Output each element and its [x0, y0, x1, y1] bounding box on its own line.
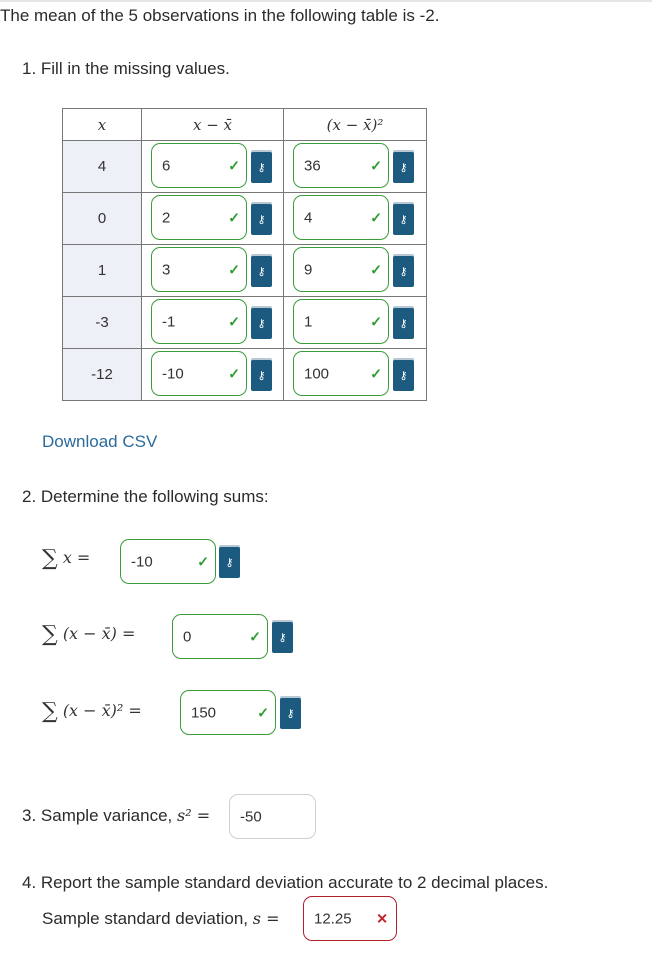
observations-table: x x − x̄ (x − x̄)² 4 6 ✓ ⚷ 36 ✓ ⚷ 0 2 ✓ ⚷ 4…: [62, 108, 427, 401]
sample-sd-input[interactable]: 12.25 ✕: [303, 896, 397, 941]
sigma-icon: ∑: [42, 546, 58, 571]
key-icon[interactable]: ⚷: [393, 204, 414, 235]
question-1-label: 1. Fill in the missing values.: [22, 59, 230, 78]
sigma-icon: ∑: [42, 622, 58, 647]
x-value-cell: 4: [62, 140, 142, 193]
check-icon: ✓: [370, 261, 382, 277]
x-value-cell: -3: [62, 296, 142, 349]
squared-deviation-input[interactable]: 36 ✓: [293, 143, 389, 188]
key-icon[interactable]: ⚷: [393, 152, 414, 183]
sum-deviation-label: ∑ (x − x̄) =: [42, 622, 136, 647]
sum-deviation-value: 0: [183, 628, 192, 645]
table-row: 1 3 ✓ ⚷ 9 ✓ ⚷: [62, 244, 427, 297]
squared-deviation-value: 4: [304, 209, 313, 226]
x-value-cell: -12: [62, 348, 142, 401]
key-icon[interactable]: ⚷: [280, 698, 301, 729]
deviation-value: 6: [162, 157, 171, 174]
sum-squared-deviation-value: 150: [191, 704, 217, 721]
squared-deviation-cell: 9 ✓ ⚷: [283, 244, 427, 297]
check-icon: ✓: [228, 313, 240, 329]
sum-deviation-input[interactable]: 0 ✓: [172, 614, 268, 659]
deviation-cell: 3 ✓ ⚷: [141, 244, 284, 297]
squared-deviation-cell: 1 ✓ ⚷: [283, 296, 427, 349]
x-value-cell: 0: [62, 192, 142, 245]
check-icon: ✓: [257, 704, 269, 720]
check-icon: ✓: [370, 313, 382, 329]
deviation-cell: 6 ✓ ⚷: [141, 140, 284, 193]
x-value-cell: 1: [62, 244, 142, 297]
table-row: 0 2 ✓ ⚷ 4 ✓ ⚷: [62, 192, 427, 245]
sigma-icon: ∑: [42, 699, 58, 724]
problem-intro: The mean of the 5 observations in the fo…: [0, 6, 440, 25]
deviation-input[interactable]: 6 ✓: [151, 143, 247, 188]
deviation-value: 2: [162, 209, 171, 226]
sample-sd-label: Sample standard deviation, s =: [42, 909, 280, 928]
deviation-cell: -10 ✓ ⚷: [141, 348, 284, 401]
squared-deviation-value: 100: [304, 365, 330, 382]
check-icon: ✓: [197, 553, 209, 569]
key-icon[interactable]: ⚷: [393, 308, 414, 339]
key-icon[interactable]: ⚷: [272, 622, 293, 653]
table-row: -3 -1 ✓ ⚷ 1 ✓ ⚷: [62, 296, 427, 349]
squared-deviation-input[interactable]: 4 ✓: [293, 195, 389, 240]
key-icon[interactable]: ⚷: [251, 204, 272, 235]
deviation-value: -1: [162, 313, 176, 330]
squared-deviation-value: 9: [304, 261, 313, 278]
cross-icon: ✕: [376, 910, 388, 926]
key-icon[interactable]: ⚷: [251, 308, 272, 339]
check-icon: ✓: [370, 365, 382, 381]
sample-variance-value: -50: [240, 808, 262, 825]
table-header-row: x x − x̄ (x − x̄)²: [62, 108, 427, 141]
sum-squared-deviation-input[interactable]: 150 ✓: [180, 690, 276, 735]
key-icon[interactable]: ⚷: [251, 360, 272, 391]
squared-deviation-value: 36: [304, 157, 321, 174]
key-icon[interactable]: ⚷: [251, 256, 272, 287]
key-icon[interactable]: ⚷: [393, 360, 414, 391]
sum-x-value: -10: [131, 553, 153, 570]
sum-x-label: ∑ x =: [42, 546, 91, 571]
sum-squared-deviation-label: ∑ (x − x̄)² =: [42, 699, 142, 724]
sample-variance-input[interactable]: -50: [229, 794, 316, 839]
sample-sd-value: 12.25: [314, 910, 352, 927]
deviation-cell: 2 ✓ ⚷: [141, 192, 284, 245]
deviation-value: -10: [162, 365, 184, 382]
header-deviation: x − x̄: [141, 108, 284, 141]
key-icon[interactable]: ⚷: [219, 547, 240, 578]
deviation-input[interactable]: 2 ✓: [151, 195, 247, 240]
header-x: x: [62, 108, 142, 141]
deviation-cell: -1 ✓ ⚷: [141, 296, 284, 349]
squared-deviation-cell: 4 ✓ ⚷: [283, 192, 427, 245]
deviation-input[interactable]: -10 ✓: [151, 351, 247, 396]
deviation-value: 3: [162, 261, 171, 278]
squared-deviation-input[interactable]: 9 ✓: [293, 247, 389, 292]
check-icon: ✓: [228, 261, 240, 277]
question-3-label: 3. Sample variance, s² =: [22, 806, 211, 825]
question-2-label: 2. Determine the following sums:: [22, 487, 269, 506]
key-icon[interactable]: ⚷: [393, 256, 414, 287]
top-divider: [0, 0, 652, 2]
check-icon: ✓: [249, 628, 261, 644]
question-4-label: 4. Report the sample standard deviation …: [22, 873, 549, 892]
deviation-input[interactable]: -1 ✓: [151, 299, 247, 344]
check-icon: ✓: [228, 209, 240, 225]
squared-deviation-cell: 100 ✓ ⚷: [283, 348, 427, 401]
squared-deviation-input[interactable]: 100 ✓: [293, 351, 389, 396]
check-icon: ✓: [370, 209, 382, 225]
squared-deviation-input[interactable]: 1 ✓: [293, 299, 389, 344]
download-csv-link[interactable]: Download CSV: [42, 432, 157, 452]
sum-x-input[interactable]: -10 ✓: [120, 539, 216, 584]
squared-deviation-value: 1: [304, 313, 313, 330]
check-icon: ✓: [228, 157, 240, 173]
check-icon: ✓: [228, 365, 240, 381]
deviation-input[interactable]: 3 ✓: [151, 247, 247, 292]
table-row: -12 -10 ✓ ⚷ 100 ✓ ⚷: [62, 348, 427, 401]
check-icon: ✓: [370, 157, 382, 173]
squared-deviation-cell: 36 ✓ ⚷: [283, 140, 427, 193]
table-row: 4 6 ✓ ⚷ 36 ✓ ⚷: [62, 140, 427, 193]
header-squared-deviation: (x − x̄)²: [283, 108, 427, 141]
key-icon[interactable]: ⚷: [251, 152, 272, 183]
